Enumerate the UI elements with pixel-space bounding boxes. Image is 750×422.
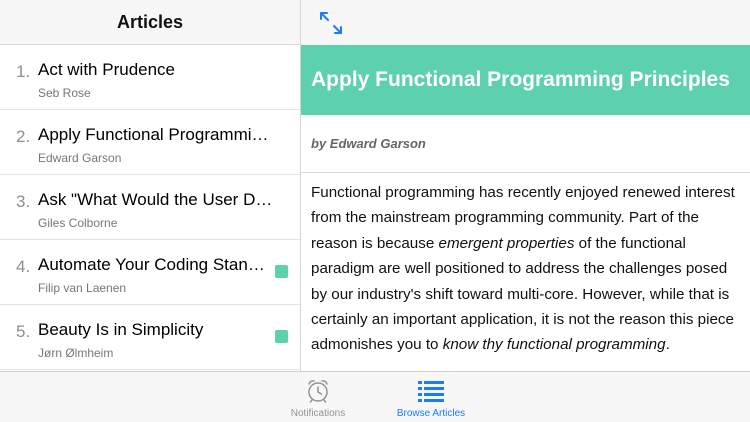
article-list-item[interactable]: 3. Ask "What Would the User Do?" Giles C… xyxy=(0,175,300,240)
article-list-item[interactable]: 1. Act with Prudence Seb Rose xyxy=(0,45,300,110)
tab-browse-articles[interactable]: Browse Articles xyxy=(389,372,473,422)
article-detail: Apply Functional Programming Principles … xyxy=(301,0,750,371)
sidebar: Articles 1. Act with Prudence Seb Rose 2… xyxy=(0,0,301,371)
article-heading: Apply Functional Programming Principles xyxy=(311,68,730,91)
article-author: Giles Colborne xyxy=(38,216,118,230)
tab-label: Browse Articles xyxy=(396,408,466,419)
article-title: Apply Functional Programming Principles xyxy=(38,125,274,144)
body-emphasis: know thy functional programming xyxy=(442,336,666,354)
sidebar-header: Articles xyxy=(0,0,300,45)
article-byline: by Edward Garson xyxy=(301,115,750,173)
article-title: Act with Prudence xyxy=(38,60,176,79)
body-text: . xyxy=(665,336,670,354)
detail-toolbar xyxy=(301,0,750,45)
article-number: 5. xyxy=(16,322,31,341)
byline-text: by Edward Garson xyxy=(311,136,426,151)
tab-label: Notifications xyxy=(290,408,346,419)
alarm-clock-icon xyxy=(308,380,328,403)
expand-icon[interactable] xyxy=(317,9,345,37)
article-number: 2. xyxy=(16,127,31,146)
article-author: Seb Rose xyxy=(38,86,91,100)
article-list-item[interactable]: 2. Apply Functional Programming Principl… xyxy=(0,110,300,175)
article-title-banner: Apply Functional Programming Principles xyxy=(301,45,750,115)
sidebar-title: Articles xyxy=(116,11,184,32)
read-marker-icon xyxy=(275,330,288,343)
article-author: Jørn Ølmheim xyxy=(38,346,114,360)
article-list-item[interactable]: 5. Beauty Is in Simplicity Jørn Ølmheim xyxy=(0,305,300,370)
article-number: 3. xyxy=(16,192,31,211)
body-emphasis: emergent properties xyxy=(438,234,575,252)
list-icon xyxy=(418,381,444,402)
article-body: Functional programming has recently enjo… xyxy=(301,173,750,358)
article-list-item[interactable]: 4. Automate Your Coding Standard Filip v… xyxy=(0,240,300,305)
article-title: Ask "What Would the User Do?" xyxy=(38,190,274,209)
article-list: 1. Act with Prudence Seb Rose 2. Apply F… xyxy=(0,45,300,370)
article-number: 1. xyxy=(16,62,31,81)
read-marker-icon xyxy=(275,265,288,278)
article-title: Automate Your Coding Standard xyxy=(38,255,274,274)
article-author: Filip van Laenen xyxy=(38,281,127,295)
article-author: Edward Garson xyxy=(38,151,122,165)
tab-bar: Notifications Browse Articles xyxy=(0,371,750,422)
article-number: 4. xyxy=(16,257,31,276)
tab-notifications[interactable]: Notifications xyxy=(278,372,358,422)
article-title: Beauty Is in Simplicity xyxy=(38,320,204,339)
